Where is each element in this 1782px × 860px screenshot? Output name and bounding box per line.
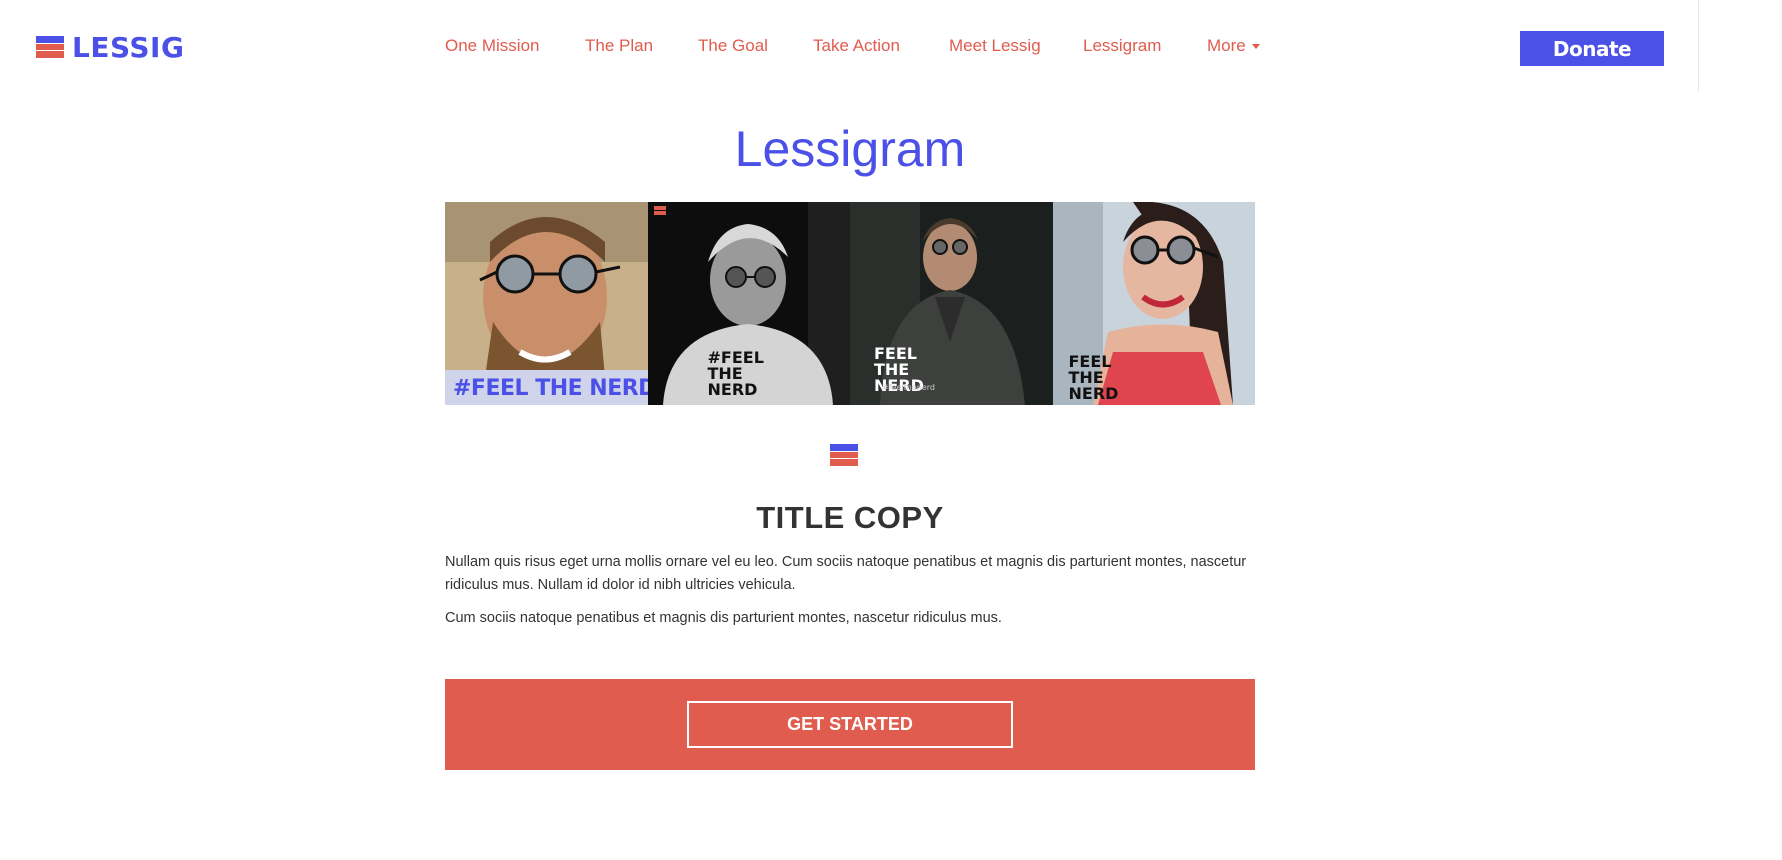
get-started-button[interactable]: GET STARTED [687,701,1013,748]
donate-button[interactable]: Donate [1520,31,1664,66]
body-paragraph-2: Cum sociis natoque penatibus et magnis d… [445,610,1002,626]
nav-item-take-action[interactable]: Take Action [813,36,900,56]
nav-item-the-goal[interactable]: The Goal [698,36,768,56]
flag-icon [36,36,64,58]
gallery-caption: #FEEL THE NERD [707,348,764,399]
photo-beach-man-glasses [445,202,648,405]
gallery-caption: #FEEL THE NERD [453,376,648,401]
body-paragraph-1: Nullam quis risus eget urna mollis ornar… [445,554,1247,593]
logo-text: LESSIG [72,30,185,64]
section-title: TITLE COPY [756,500,944,535]
lessigram-gallery: #FEEL THE NERD #FEEL THE NERD FEEL THE N… [445,202,1255,405]
caret-down-icon [1251,44,1260,50]
site-logo[interactable]: LESSIG [36,30,184,64]
cta-banner: GET STARTED [445,679,1255,770]
nav-item-the-plan[interactable]: The Plan [585,36,653,56]
header-divider [1698,0,1699,92]
gallery-photo-2[interactable]: #FEEL THE NERD [647,202,850,405]
nav-item-one-mission[interactable]: One Mission [445,36,539,56]
gallery-photo-3[interactable]: FEEL THE NERD #feelthenerd [850,202,1053,405]
gallery-photo-4[interactable]: FEEL THE NERD [1052,202,1255,405]
nav-item-meet-lessig[interactable]: Meet Lessig [949,36,1041,56]
gallery-photo-1[interactable]: #FEEL THE NERD [445,202,648,405]
site-header: LESSIG One Mission The Plan The Goal Tak… [0,0,1700,92]
flag-icon [830,444,858,466]
nav-item-more[interactable]: More [1207,36,1260,56]
page-title: Lessigram [734,121,966,177]
nav-item-lessigram[interactable]: Lessigram [1083,36,1161,56]
gallery-hashtag: #feelthenerd [882,383,935,392]
nav-more-label: More [1207,36,1246,55]
gallery-caption: FEEL THE NERD [1068,352,1119,403]
